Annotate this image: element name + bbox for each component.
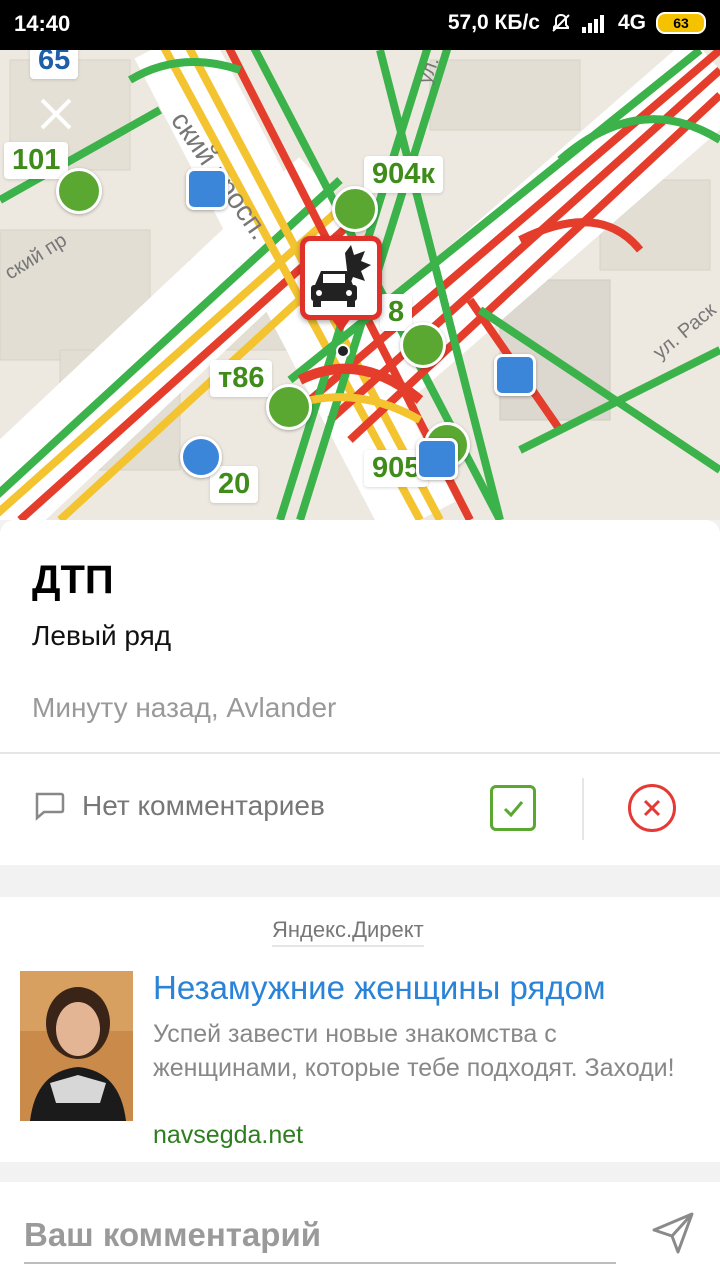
- check-icon: [503, 801, 524, 818]
- route-label[interactable]: т86: [210, 360, 273, 397]
- ad-banner[interactable]: Яндекс.Директ Незамужние женщины рядом У…: [0, 897, 720, 1162]
- bus-stop-icon[interactable]: [416, 438, 458, 480]
- battery-icon: 63: [656, 12, 706, 34]
- trolleybus-stop-icon[interactable]: [180, 436, 222, 478]
- ad-title[interactable]: Незамужние женщины рядом: [153, 969, 606, 1007]
- woman-photo: [20, 971, 133, 1121]
- route-label[interactable]: 8: [380, 294, 413, 331]
- mute-icon: [552, 13, 570, 32]
- send-button[interactable]: [648, 1208, 698, 1258]
- incident-title: ДТП: [32, 558, 114, 602]
- close-button[interactable]: [30, 88, 82, 140]
- reject-button[interactable]: [628, 784, 676, 832]
- incident-subtitle: Левый ряд: [32, 620, 172, 651]
- route-label[interactable]: 101: [4, 142, 69, 179]
- status-right: 57,0 КБ/с 4G 63: [448, 11, 706, 35]
- incident-card: ДТП Левый ряд Минуту назад, Avlander Нет…: [0, 520, 720, 865]
- incident-meta: Минуту назад, Avlander: [32, 692, 337, 723]
- marker-tail: [331, 318, 351, 332]
- close-circle-icon: [643, 799, 661, 817]
- bus-stop-icon[interactable]: [56, 168, 102, 214]
- bus-stop-icon[interactable]: [186, 168, 228, 210]
- confirm-button[interactable]: [490, 785, 536, 831]
- status-time: 14:40: [14, 11, 71, 36]
- comment-icon: [35, 792, 65, 821]
- ad-url[interactable]: navsegda.net: [153, 1121, 303, 1150]
- route-label[interactable]: 65: [30, 50, 79, 79]
- bus-stop-icon[interactable]: [494, 354, 536, 396]
- send-icon: [652, 1212, 694, 1254]
- ad-text: Успей завести новые знакомства с женщина…: [153, 1020, 675, 1082]
- bus-stop-icon[interactable]: [266, 384, 312, 430]
- comment-input[interactable]: [24, 1208, 616, 1264]
- ad-source: Яндекс.Директ: [272, 917, 424, 947]
- network-speed: 57,0 КБ/с: [447, 11, 540, 34]
- signal-icon: [581, 15, 604, 33]
- status-bar: 14:40 57,0 КБ/с 4G 63: [0, 0, 720, 50]
- traffic-map[interactable]: ский просп. ский пр ул. ул. Раск 65 101 …: [0, 50, 720, 520]
- divider: [0, 752, 720, 754]
- location-point: [336, 344, 350, 358]
- network-type: 4G: [617, 11, 646, 34]
- comments-link[interactable]: Нет комментариев: [32, 790, 325, 822]
- accident-marker[interactable]: [300, 236, 382, 320]
- route-label[interactable]: 20: [210, 466, 259, 503]
- close-icon: [40, 98, 72, 130]
- comment-bar: [0, 1182, 720, 1280]
- vertical-divider: [582, 778, 584, 840]
- car-crash-icon: [311, 245, 371, 307]
- comments-label: Нет комментариев: [82, 790, 325, 821]
- bus-stop-icon[interactable]: [332, 186, 378, 232]
- route-label[interactable]: 904к: [364, 156, 443, 193]
- ad-image[interactable]: [20, 971, 133, 1121]
- bus-stop-icon[interactable]: [400, 322, 446, 368]
